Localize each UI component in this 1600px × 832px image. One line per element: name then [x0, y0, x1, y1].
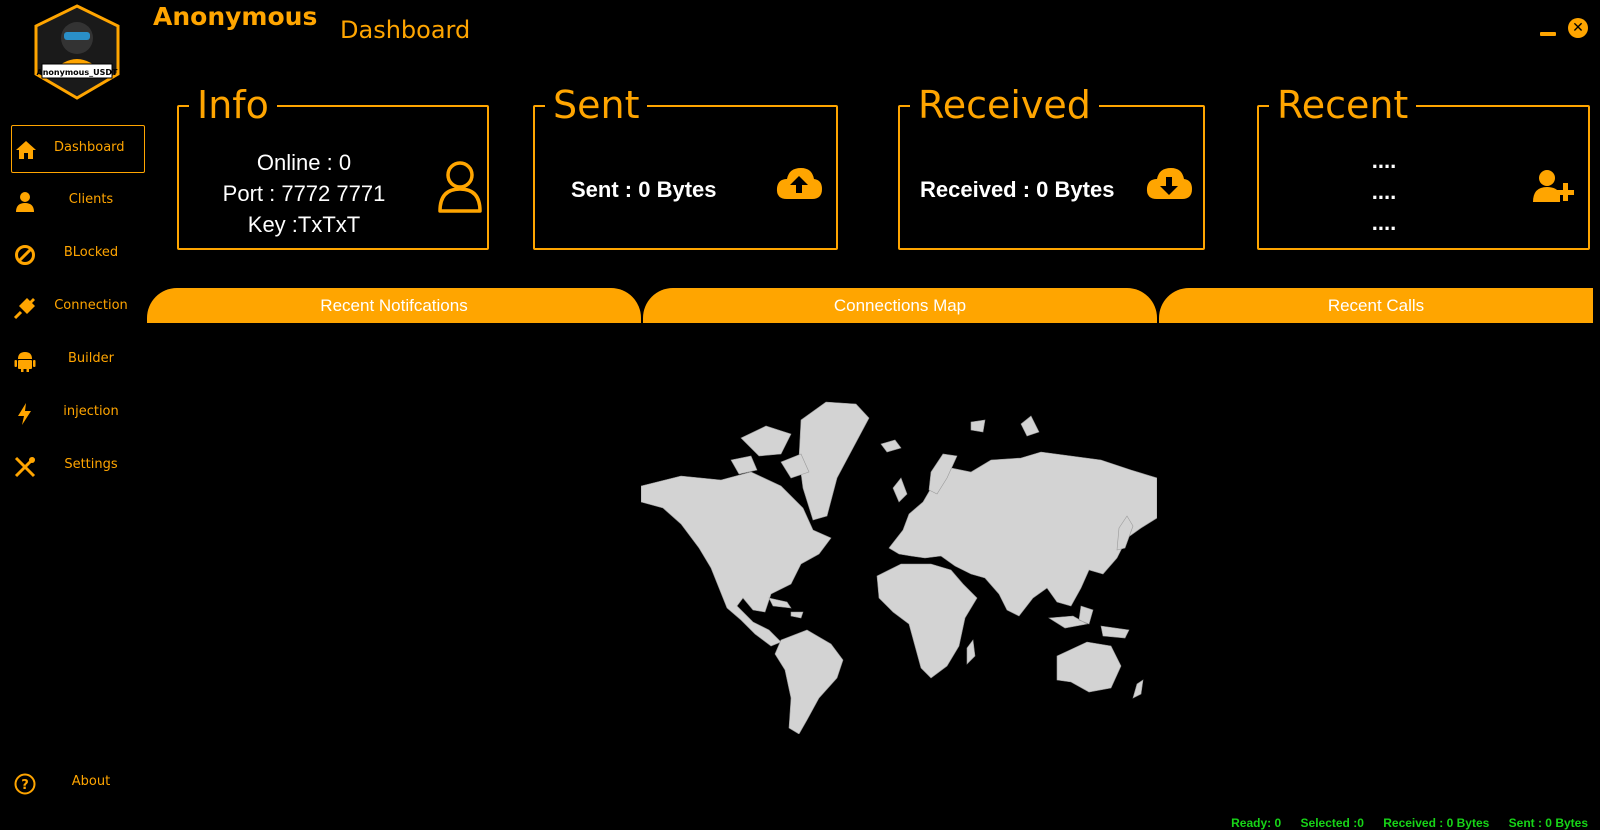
sidebar-item-about[interactable]: ? About — [11, 760, 145, 808]
status-received: Received : 0 Bytes — [1383, 816, 1490, 830]
user-plus-icon — [1533, 169, 1577, 207]
sidebar-item-injection[interactable]: injection — [11, 390, 145, 438]
sent-value: Sent : 0 Bytes — [571, 177, 717, 202]
sidebar-item-clients[interactable]: Clients — [11, 178, 145, 226]
sidebar-item-builder[interactable]: Builder — [11, 337, 145, 385]
recent-line: .... — [1371, 210, 1397, 235]
sidebar-item-label: Clients — [68, 192, 114, 207]
tab-recent-calls[interactable]: Recent Calls — [1159, 288, 1593, 323]
sidebar-item-connection[interactable]: Connection — [11, 284, 145, 332]
recent-card: Recent .... .... .... — [1257, 79, 1590, 250]
tab-connections-map[interactable]: Connections Map — [643, 288, 1157, 323]
sidebar-item-blocked[interactable]: BLocked — [11, 231, 145, 279]
app-logo: Anonymous_USDT — [28, 4, 126, 100]
south-america-shape — [774, 629, 844, 735]
received-card: Received Received : 0 Bytes — [898, 79, 1205, 250]
bolt-icon — [13, 402, 37, 426]
close-button[interactable]: ✕ — [1568, 18, 1588, 38]
ban-icon — [13, 243, 37, 267]
app-title: Anonymous — [153, 2, 318, 31]
user-outline-icon — [437, 159, 483, 217]
online-count: Online : 0 — [256, 150, 352, 175]
svg-text:?: ? — [21, 778, 29, 793]
status-selected: Selected :0 — [1300, 816, 1364, 830]
received-card-title: Received — [910, 79, 1099, 131]
user-icon — [13, 190, 37, 214]
sent-card: Sent Sent : 0 Bytes — [533, 79, 838, 250]
status-bar: Ready: 0 Selected :0 Received : 0 Bytes … — [1215, 816, 1588, 830]
sidebar-item-label: Dashboard — [54, 140, 125, 155]
tools-icon — [13, 455, 37, 479]
recent-card-body: .... .... .... — [1259, 145, 1509, 238]
sidebar-item-label: Builder — [68, 351, 114, 366]
recent-card-title: Recent — [1269, 79, 1417, 131]
port-value: Port : 7772 7771 — [222, 181, 386, 206]
home-icon — [14, 138, 38, 162]
africa-shape — [876, 563, 978, 679]
minimize-button[interactable] — [1538, 18, 1556, 38]
sidebar-item-settings[interactable]: Settings — [11, 443, 145, 491]
received-value: Received : 0 Bytes — [920, 177, 1115, 202]
sidebar-item-label: About — [71, 774, 111, 789]
sidebar-item-label: BLocked — [63, 245, 119, 260]
question-icon: ? — [13, 772, 37, 796]
plug-icon — [13, 296, 37, 320]
sent-card-title: Sent — [545, 79, 648, 131]
sidebar-item-label: injection — [63, 404, 119, 419]
sidebar-item-dashboard[interactable]: Dashboard — [11, 125, 145, 173]
cloud-upload-icon — [775, 165, 823, 205]
info-card: Info Online : 0 Port : 7772 7771 Key :Tx… — [177, 79, 489, 250]
status-ready: Ready: 0 — [1231, 816, 1282, 830]
tab-recent-notifications[interactable]: Recent Notifcations — [147, 288, 641, 323]
status-sent: Sent : 0 Bytes — [1508, 816, 1588, 830]
recent-line: .... — [1371, 179, 1397, 204]
australia-shape — [1056, 641, 1122, 693]
north-america-shape — [640, 471, 832, 647]
cloud-download-icon — [1145, 165, 1193, 205]
greenland-shape — [798, 401, 870, 521]
key-value: Key :TxTxT — [247, 212, 361, 237]
sidebar-item-label: Connection — [54, 298, 128, 313]
world-map — [640, 398, 1158, 735]
page-title: Dashboard — [340, 16, 471, 44]
info-card-body: Online : 0 Port : 7772 7771 Key :TxTxT — [179, 147, 429, 240]
sidebar-item-label: Settings — [64, 457, 118, 472]
android-icon — [13, 349, 37, 373]
logo-text: Anonymous_USDT — [37, 68, 118, 77]
recent-line: .... — [1371, 148, 1397, 173]
info-card-title: Info — [189, 79, 277, 131]
